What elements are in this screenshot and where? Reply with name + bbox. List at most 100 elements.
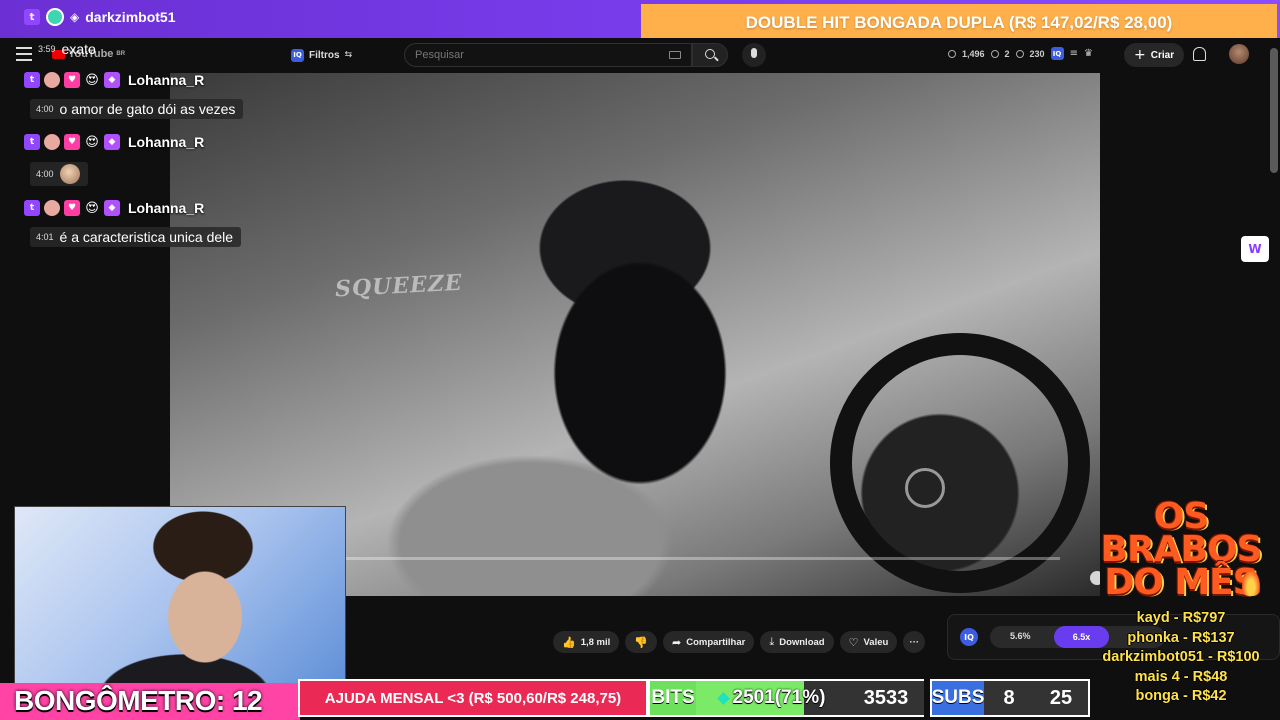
twitch-badge-icon: t — [24, 200, 40, 216]
subs-target: 25 — [1049, 686, 1073, 709]
heart-badge-icon: ♥ — [64, 134, 80, 150]
chat-message-header: t ♥ 😍 ◆ Lohanna_R — [24, 72, 204, 88]
voice-search-button[interactable] — [742, 43, 766, 67]
flame-icon — [1240, 566, 1262, 596]
search-button[interactable] — [692, 43, 728, 67]
like-count: 1,8 mil — [580, 636, 611, 648]
plus-icon: + — [1134, 47, 1146, 63]
stat-1: 1,496 — [962, 48, 985, 59]
thanks-icon: ♡ — [848, 635, 859, 649]
emoji-badge-icon: 😍 — [85, 200, 99, 216]
page-scrollbar[interactable] — [1270, 48, 1278, 173]
brabos-entry: bonga - R$42 — [1135, 688, 1227, 704]
more-dots-icon: ··· — [909, 636, 920, 648]
brabos-entry: darkzimbot051 - R$100 — [1102, 649, 1260, 665]
diamond-badge-icon: ◆ — [104, 72, 120, 88]
brabos-list: kayd - R$797 phonka - R$137 darkzimbot05… — [1086, 609, 1276, 707]
chat-message: 4:00 — [30, 162, 88, 186]
goal-banner: DOUBLE HIT BONGADA DUPLA (R$ 147,02/R$ 2… — [641, 4, 1277, 42]
search-icon — [705, 49, 715, 59]
diamond-icon: ◈ — [70, 10, 80, 24]
thumbs-up-icon: 👍 — [562, 635, 576, 649]
chat-overlay: 3:59 exato t ♥ 😍 ◆ Lohanna_R 4:00 o amor… — [0, 38, 300, 258]
create-button[interactable]: + Criar — [1124, 43, 1185, 67]
bits-label: BITS — [650, 681, 696, 715]
subs-label: SUBS — [932, 681, 984, 715]
notifications-bell-icon[interactable] — [1193, 47, 1206, 61]
user-avatar — [44, 200, 60, 216]
thanks-label: Valeu — [863, 636, 889, 648]
filters-label: Filtros — [309, 49, 340, 61]
eye-icon — [990, 49, 999, 58]
brabos-entry: kayd - R$797 — [1136, 610, 1226, 626]
share-icon: ➦ — [671, 635, 682, 649]
share-button[interactable]: ➦ Compartilhar — [662, 631, 755, 653]
iq-badge-icon[interactable]: IQ — [1050, 47, 1064, 60]
emoji-badge-icon: 😍 — [85, 134, 99, 150]
download-button[interactable]: ⤓ Download — [760, 631, 834, 653]
twitch-icon: t — [24, 9, 40, 25]
chat-timestamp: 4:00 — [36, 104, 54, 114]
chat-username[interactable]: Lohanna_R — [128, 72, 204, 88]
heart-badge-icon: ♥ — [64, 72, 80, 88]
chat-username[interactable]: Lohanna_R — [128, 134, 204, 150]
bongometro-label: BONGÔMETRO: 12 — [14, 685, 263, 716]
stream-screen: t ◈ darkzimbot51 DOUBLE HIT BONGADA DUPL… — [0, 0, 1280, 720]
like-button[interactable]: 👍 1,8 mil — [553, 631, 620, 653]
download-icon: ⤓ — [769, 635, 775, 648]
trophy-icon[interactable]: ♛ — [1084, 48, 1093, 59]
chat-message-header: t ♥ 😍 ◆ Lohanna_R — [24, 134, 204, 150]
share-label: Compartilhar — [686, 636, 746, 648]
dislike-button[interactable]: 👎 — [625, 631, 657, 653]
webcam-feed — [14, 506, 346, 690]
chat-timestamp: 4:00 — [36, 169, 54, 179]
iq-logo-icon[interactable]: IQ — [960, 628, 978, 646]
bits-goal: BITS 2501(71%) 3533 — [648, 679, 924, 717]
steering-wheel-image — [830, 333, 1090, 593]
emoji-badge-icon: 😍 — [85, 72, 99, 88]
extension-icon[interactable]: W — [1241, 236, 1269, 262]
sliders-icon: ⇆ — [344, 50, 353, 60]
user-avatar — [44, 72, 60, 88]
search-input[interactable] — [405, 44, 645, 66]
chat-message-header: t ♥ 😍 ◆ Lohanna_R — [24, 200, 204, 216]
keyboard-icon[interactable] — [669, 51, 681, 59]
view-icon — [1015, 49, 1024, 58]
download-label: Download — [779, 636, 825, 648]
more-actions-button[interactable]: ··· — [903, 631, 926, 653]
twitch-badge-icon: t — [24, 72, 40, 88]
chat-username[interactable]: Lohanna_R — [128, 200, 204, 216]
chat-message-text: é a caracteristica unica dele — [59, 229, 234, 245]
brabos-entry: phonka - R$137 — [1127, 629, 1235, 646]
chat-message-previous: 3:59 exato — [38, 41, 96, 57]
user-avatar — [44, 134, 60, 150]
clock-icon — [948, 49, 956, 58]
video-actions: 👍 1,8 mil 👎 ➦ Compartilhar ⤓ Download ♡ … — [553, 631, 926, 653]
brabos-entry: mais 4 - R$48 — [1134, 668, 1228, 685]
subs-current: 8 — [1003, 686, 1015, 709]
account-avatar[interactable] — [1229, 44, 1249, 64]
list-icon[interactable]: ≡ — [1070, 48, 1078, 59]
chat-message: 4:01 é a caracteristica unica dele — [30, 227, 242, 247]
chat-message-text: o amor de gato dói as vezes — [59, 101, 236, 117]
monthly-help-goal: AJUDA MENSAL <3 (R$ 500,60/R$ 248,75) — [298, 679, 648, 717]
account-info: t ◈ darkzimbot51 — [24, 8, 175, 26]
bits-value-text: 2501(71%) — [732, 687, 826, 708]
top-username: darkzimbot51 — [85, 9, 176, 25]
gem-icon — [716, 691, 730, 705]
stat-2: 2 — [1004, 48, 1010, 59]
chat-message-text: exato — [61, 41, 96, 57]
thumbs-down-icon: 👎 — [634, 635, 648, 649]
extension-stats: 1,496 2 230 IQ ≡ ♛ — [948, 47, 1093, 60]
bits-value: 2501(71%) — [696, 681, 848, 715]
twitch-badge-icon: t — [24, 134, 40, 150]
balaclava-text: SQUEEZE — [334, 269, 464, 303]
profile-icon — [46, 8, 64, 26]
bits-goal-count: 3533 — [848, 681, 924, 715]
iq-value-1[interactable]: 5.6% — [1010, 631, 1031, 641]
chat-timestamp: 4:01 — [36, 232, 54, 242]
create-label: Criar — [1150, 49, 1175, 61]
search-box — [404, 43, 692, 67]
chat-timestamp: 3:59 — [38, 44, 56, 54]
thanks-button[interactable]: ♡ Valeu — [839, 631, 898, 653]
